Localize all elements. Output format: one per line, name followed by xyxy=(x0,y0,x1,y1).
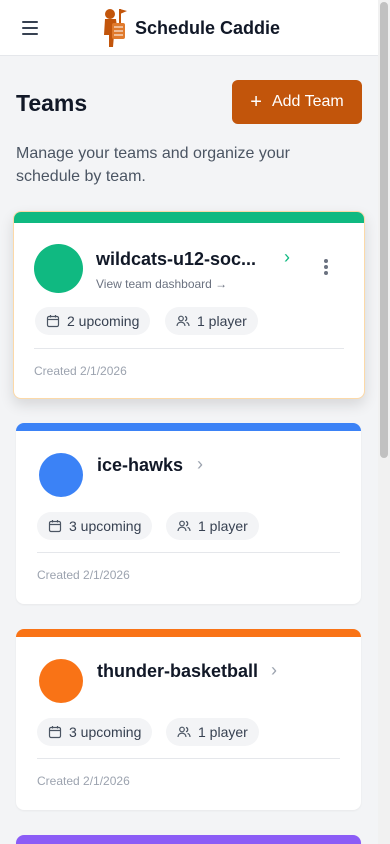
player-count: 1 player xyxy=(198,518,248,534)
card-divider xyxy=(34,348,344,349)
add-team-button[interactable]: + Add Team xyxy=(232,80,362,124)
team-color-bar xyxy=(14,212,364,223)
card-divider xyxy=(37,552,340,553)
created-date: Created 2/1/2026 xyxy=(37,568,130,582)
card-divider xyxy=(37,758,340,759)
created-date: Created 2/1/2026 xyxy=(34,364,127,378)
team-color-bar xyxy=(16,835,361,844)
users-icon xyxy=(176,315,190,327)
team-card-thunder-basketball[interactable]: thunder-basketball › 3 upcoming 1 player… xyxy=(16,629,361,810)
upcoming-count: 3 upcoming xyxy=(69,724,142,740)
upcoming-count: 2 upcoming xyxy=(67,313,140,329)
team-name[interactable]: wildcats-u12-soc... xyxy=(96,249,268,270)
calendar-icon xyxy=(46,315,60,328)
team-card-wildcats[interactable]: wildcats-u12-soc... › View team dashboar… xyxy=(13,211,365,399)
upcoming-badge: 2 upcoming xyxy=(35,307,151,335)
hamburger-menu-button[interactable] xyxy=(22,17,46,39)
team-color-bar xyxy=(16,629,361,637)
users-icon xyxy=(177,520,191,532)
users-icon xyxy=(177,726,191,738)
team-avatar xyxy=(39,453,83,497)
more-options-icon[interactable] xyxy=(324,259,328,277)
scrollbar-thumb[interactable] xyxy=(380,2,388,458)
page-title: Teams xyxy=(16,90,88,116)
plus-icon: + xyxy=(250,91,262,113)
caddie-logo-icon[interactable] xyxy=(96,5,130,49)
scrollbar[interactable] xyxy=(378,0,390,844)
add-team-label: Add Team xyxy=(271,93,344,110)
page-subtitle: Manage your teams and organize your sche… xyxy=(16,145,290,185)
chevron-right-icon[interactable]: › xyxy=(197,454,203,475)
calendar-icon xyxy=(48,726,62,739)
team-color-bar xyxy=(16,423,361,431)
upcoming-count: 3 upcoming xyxy=(69,518,142,534)
created-date: Created 2/1/2026 xyxy=(37,774,130,788)
team-name[interactable]: ice-hawks xyxy=(97,455,183,476)
view-dashboard-link[interactable]: View team dashboard → xyxy=(96,277,227,291)
players-badge: 1 player xyxy=(166,718,259,746)
players-badge: 1 player xyxy=(166,512,259,540)
upcoming-badge: 3 upcoming xyxy=(37,718,153,746)
upcoming-badge: 3 upcoming xyxy=(37,512,153,540)
player-count: 1 player xyxy=(197,313,247,329)
team-card-partial[interactable] xyxy=(16,835,361,844)
calendar-icon xyxy=(48,520,62,533)
team-avatar xyxy=(34,244,83,293)
chevron-right-icon[interactable]: › xyxy=(271,660,277,681)
player-count: 1 player xyxy=(198,724,248,740)
app-title: Schedule Caddie xyxy=(135,18,281,38)
team-avatar xyxy=(39,659,83,703)
team-name[interactable]: thunder-basketball xyxy=(97,661,258,682)
chevron-right-icon[interactable]: › xyxy=(284,247,290,268)
players-badge: 1 player xyxy=(165,307,258,335)
team-card-ice-hawks[interactable]: ice-hawks › 3 upcoming 1 player Created … xyxy=(16,423,361,604)
app-header: Schedule Caddie xyxy=(0,0,390,56)
